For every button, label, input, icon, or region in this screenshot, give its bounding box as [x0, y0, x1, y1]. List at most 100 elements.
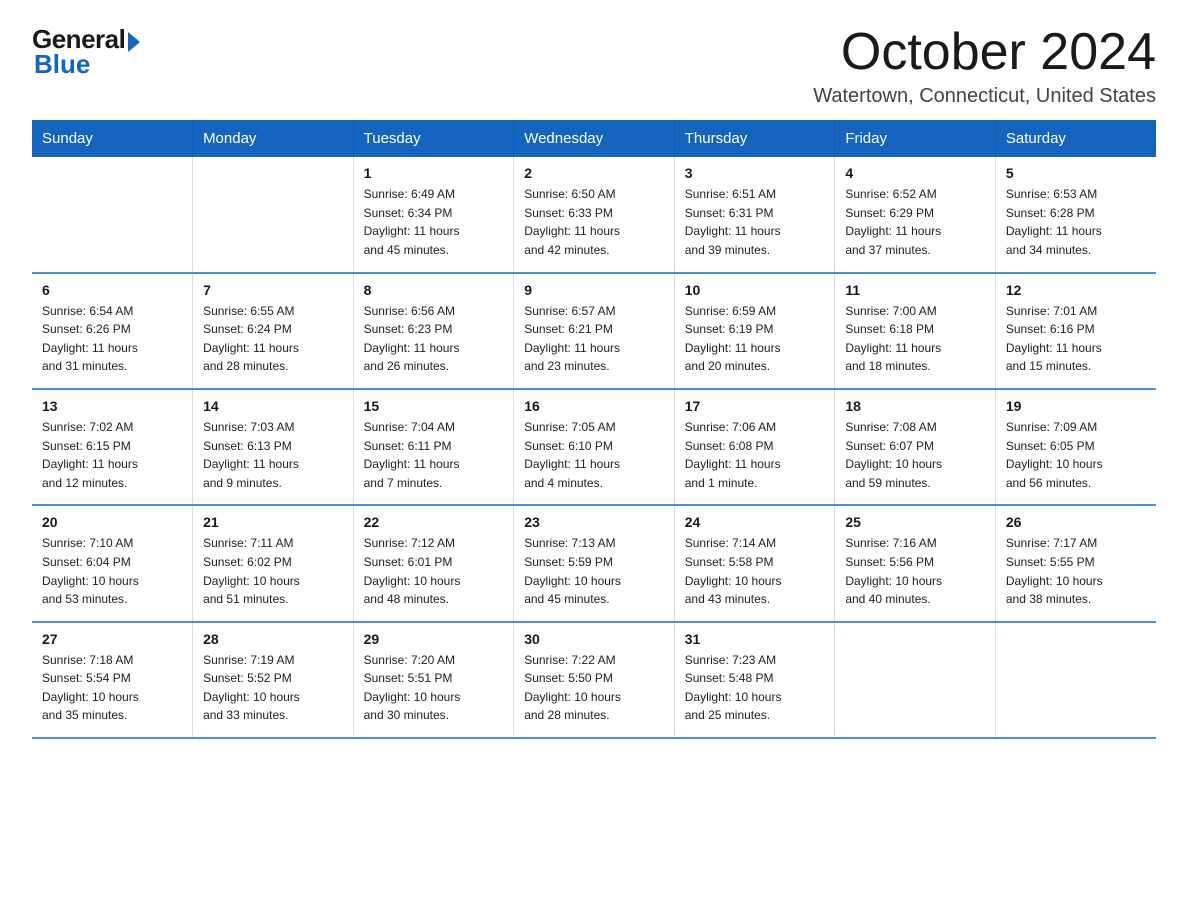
- day-info: Sunrise: 6:52 AMSunset: 6:29 PMDaylight:…: [845, 185, 985, 259]
- day-number: 19: [1006, 398, 1146, 414]
- calendar-cell: 18Sunrise: 7:08 AMSunset: 6:07 PMDayligh…: [835, 389, 996, 505]
- day-number: 6: [42, 282, 182, 298]
- calendar-cell: 17Sunrise: 7:06 AMSunset: 6:08 PMDayligh…: [674, 389, 835, 505]
- day-number: 29: [364, 631, 504, 647]
- day-info: Sunrise: 7:18 AMSunset: 5:54 PMDaylight:…: [42, 651, 182, 725]
- day-info: Sunrise: 7:16 AMSunset: 5:56 PMDaylight:…: [845, 534, 985, 608]
- day-info: Sunrise: 6:51 AMSunset: 6:31 PMDaylight:…: [685, 185, 825, 259]
- calendar-body: 1 Sunrise: 6:49 AMSunset: 6:34 PMDaylight…: [32, 157, 1156, 738]
- calendar-cell: 11Sunrise: 7:00 AMSunset: 6:18 PMDayligh…: [835, 273, 996, 389]
- day-info: Sunrise: 6:49 AMSunset: 6:34 PMDaylight:…: [364, 185, 504, 259]
- day-number: 14: [203, 398, 343, 414]
- day-info: Sunrise: 6:53 AMSunset: 6:28 PMDaylight:…: [1006, 185, 1146, 259]
- calendar-cell: [835, 622, 996, 738]
- day-number: 22: [364, 514, 504, 530]
- day-number: 12: [1006, 282, 1146, 298]
- day-info: Sunrise: 7:03 AMSunset: 6:13 PMDaylight:…: [203, 418, 343, 492]
- day-number: 25: [845, 514, 985, 530]
- header-saturday: Saturday: [995, 120, 1156, 157]
- calendar-cell: 10 Sunrise: 6:59 AMSunset: 6:19 PMDayligh…: [674, 273, 835, 389]
- day-number: 28: [203, 631, 343, 647]
- calendar-cell: 5 Sunrise: 6:53 AMSunset: 6:28 PMDaylight…: [995, 157, 1156, 272]
- calendar-cell: 23 Sunrise: 7:13 AMSunset: 5:59 PMDayligh…: [514, 505, 675, 621]
- week-row-1: 1 Sunrise: 6:49 AMSunset: 6:34 PMDaylight…: [32, 157, 1156, 272]
- calendar-cell: 20 Sunrise: 7:10 AMSunset: 6:04 PMDayligh…: [32, 505, 193, 621]
- day-number: 13: [42, 398, 182, 414]
- week-row-2: 6 Sunrise: 6:54 AMSunset: 6:26 PMDaylight…: [32, 273, 1156, 389]
- header-thursday: Thursday: [674, 120, 835, 157]
- day-info: Sunrise: 7:13 AMSunset: 5:59 PMDaylight:…: [524, 534, 664, 608]
- day-number: 2: [524, 165, 664, 181]
- day-number: 9: [524, 282, 664, 298]
- header-tuesday: Tuesday: [353, 120, 514, 157]
- day-number: 30: [524, 631, 664, 647]
- calendar-header-row: SundayMondayTuesdayWednesdayThursdayFrid…: [32, 120, 1156, 157]
- calendar-cell: 30Sunrise: 7:22 AMSunset: 5:50 PMDayligh…: [514, 622, 675, 738]
- day-info: Sunrise: 7:10 AMSunset: 6:04 PMDaylight:…: [42, 534, 182, 608]
- calendar-cell: 8Sunrise: 6:56 AMSunset: 6:23 PMDaylight…: [353, 273, 514, 389]
- calendar-cell: 19 Sunrise: 7:09 AMSunset: 6:05 PMDayligh…: [995, 389, 1156, 505]
- day-info: Sunrise: 6:56 AMSunset: 6:23 PMDaylight:…: [364, 302, 504, 376]
- logo: General Blue: [32, 24, 142, 80]
- day-info: Sunrise: 7:23 AMSunset: 5:48 PMDaylight:…: [685, 651, 825, 725]
- location-title: Watertown, Connecticut, United States: [813, 85, 1156, 108]
- calendar-cell: 26 Sunrise: 7:17 AMSunset: 5:55 PMDayligh…: [995, 505, 1156, 621]
- week-row-5: 27 Sunrise: 7:18 AMSunset: 5:54 PMDayligh…: [32, 622, 1156, 738]
- calendar-cell: [193, 157, 354, 272]
- day-info: Sunrise: 6:54 AMSunset: 6:26 PMDaylight:…: [42, 302, 182, 376]
- day-info: Sunrise: 6:55 AMSunset: 6:24 PMDaylight:…: [203, 302, 343, 376]
- day-number: 26: [1006, 514, 1146, 530]
- calendar-cell: 9 Sunrise: 6:57 AMSunset: 6:21 PMDaylight…: [514, 273, 675, 389]
- day-number: 1: [364, 165, 504, 181]
- calendar-cell: 1 Sunrise: 6:49 AMSunset: 6:34 PMDaylight…: [353, 157, 514, 272]
- calendar-cell: 22 Sunrise: 7:12 AMSunset: 6:01 PMDayligh…: [353, 505, 514, 621]
- logo-arrow-icon: [128, 32, 140, 52]
- calendar-cell: 27 Sunrise: 7:18 AMSunset: 5:54 PMDayligh…: [32, 622, 193, 738]
- calendar-cell: 7Sunrise: 6:55 AMSunset: 6:24 PMDaylight…: [193, 273, 354, 389]
- calendar-table: SundayMondayTuesdayWednesdayThursdayFrid…: [32, 120, 1156, 739]
- day-info: Sunrise: 7:09 AMSunset: 6:05 PMDaylight:…: [1006, 418, 1146, 492]
- day-number: 31: [685, 631, 825, 647]
- calendar-cell: 14 Sunrise: 7:03 AMSunset: 6:13 PMDayligh…: [193, 389, 354, 505]
- day-number: 27: [42, 631, 182, 647]
- day-info: Sunrise: 6:57 AMSunset: 6:21 PMDaylight:…: [524, 302, 664, 376]
- day-number: 20: [42, 514, 182, 530]
- day-info: Sunrise: 6:50 AMSunset: 6:33 PMDaylight:…: [524, 185, 664, 259]
- day-info: Sunrise: 7:04 AMSunset: 6:11 PMDaylight:…: [364, 418, 504, 492]
- day-info: Sunrise: 7:20 AMSunset: 5:51 PMDaylight:…: [364, 651, 504, 725]
- calendar-cell: 28 Sunrise: 7:19 AMSunset: 5:52 PMDayligh…: [193, 622, 354, 738]
- day-number: 4: [845, 165, 985, 181]
- day-info: Sunrise: 7:12 AMSunset: 6:01 PMDaylight:…: [364, 534, 504, 608]
- day-number: 10: [685, 282, 825, 298]
- day-info: Sunrise: 7:14 AMSunset: 5:58 PMDaylight:…: [685, 534, 825, 608]
- calendar-cell: 21 Sunrise: 7:11 AMSunset: 6:02 PMDayligh…: [193, 505, 354, 621]
- calendar-cell: [995, 622, 1156, 738]
- calendar-cell: 13Sunrise: 7:02 AMSunset: 6:15 PMDayligh…: [32, 389, 193, 505]
- day-number: 17: [685, 398, 825, 414]
- day-number: 15: [364, 398, 504, 414]
- day-number: 11: [845, 282, 985, 298]
- calendar-cell: 4 Sunrise: 6:52 AMSunset: 6:29 PMDaylight…: [835, 157, 996, 272]
- calendar-cell: 3 Sunrise: 6:51 AMSunset: 6:31 PMDaylight…: [674, 157, 835, 272]
- calendar-cell: 6 Sunrise: 6:54 AMSunset: 6:26 PMDaylight…: [32, 273, 193, 389]
- month-title: October 2024: [813, 24, 1156, 81]
- calendar-cell: 16Sunrise: 7:05 AMSunset: 6:10 PMDayligh…: [514, 389, 675, 505]
- calendar-cell: 24Sunrise: 7:14 AMSunset: 5:58 PMDayligh…: [674, 505, 835, 621]
- header-monday: Monday: [193, 120, 354, 157]
- calendar-cell: 25 Sunrise: 7:16 AMSunset: 5:56 PMDayligh…: [835, 505, 996, 621]
- day-info: Sunrise: 7:11 AMSunset: 6:02 PMDaylight:…: [203, 534, 343, 608]
- day-info: Sunrise: 7:19 AMSunset: 5:52 PMDaylight:…: [203, 651, 343, 725]
- day-number: 21: [203, 514, 343, 530]
- header-friday: Friday: [835, 120, 996, 157]
- day-info: Sunrise: 6:59 AMSunset: 6:19 PMDaylight:…: [685, 302, 825, 376]
- day-info: Sunrise: 7:17 AMSunset: 5:55 PMDaylight:…: [1006, 534, 1146, 608]
- day-info: Sunrise: 7:01 AMSunset: 6:16 PMDaylight:…: [1006, 302, 1146, 376]
- calendar-cell: 31 Sunrise: 7:23 AMSunset: 5:48 PMDayligh…: [674, 622, 835, 738]
- header-wednesday: Wednesday: [514, 120, 675, 157]
- day-number: 16: [524, 398, 664, 414]
- day-number: 5: [1006, 165, 1146, 181]
- day-number: 3: [685, 165, 825, 181]
- day-info: Sunrise: 7:08 AMSunset: 6:07 PMDaylight:…: [845, 418, 985, 492]
- week-row-4: 20 Sunrise: 7:10 AMSunset: 6:04 PMDayligh…: [32, 505, 1156, 621]
- day-number: 23: [524, 514, 664, 530]
